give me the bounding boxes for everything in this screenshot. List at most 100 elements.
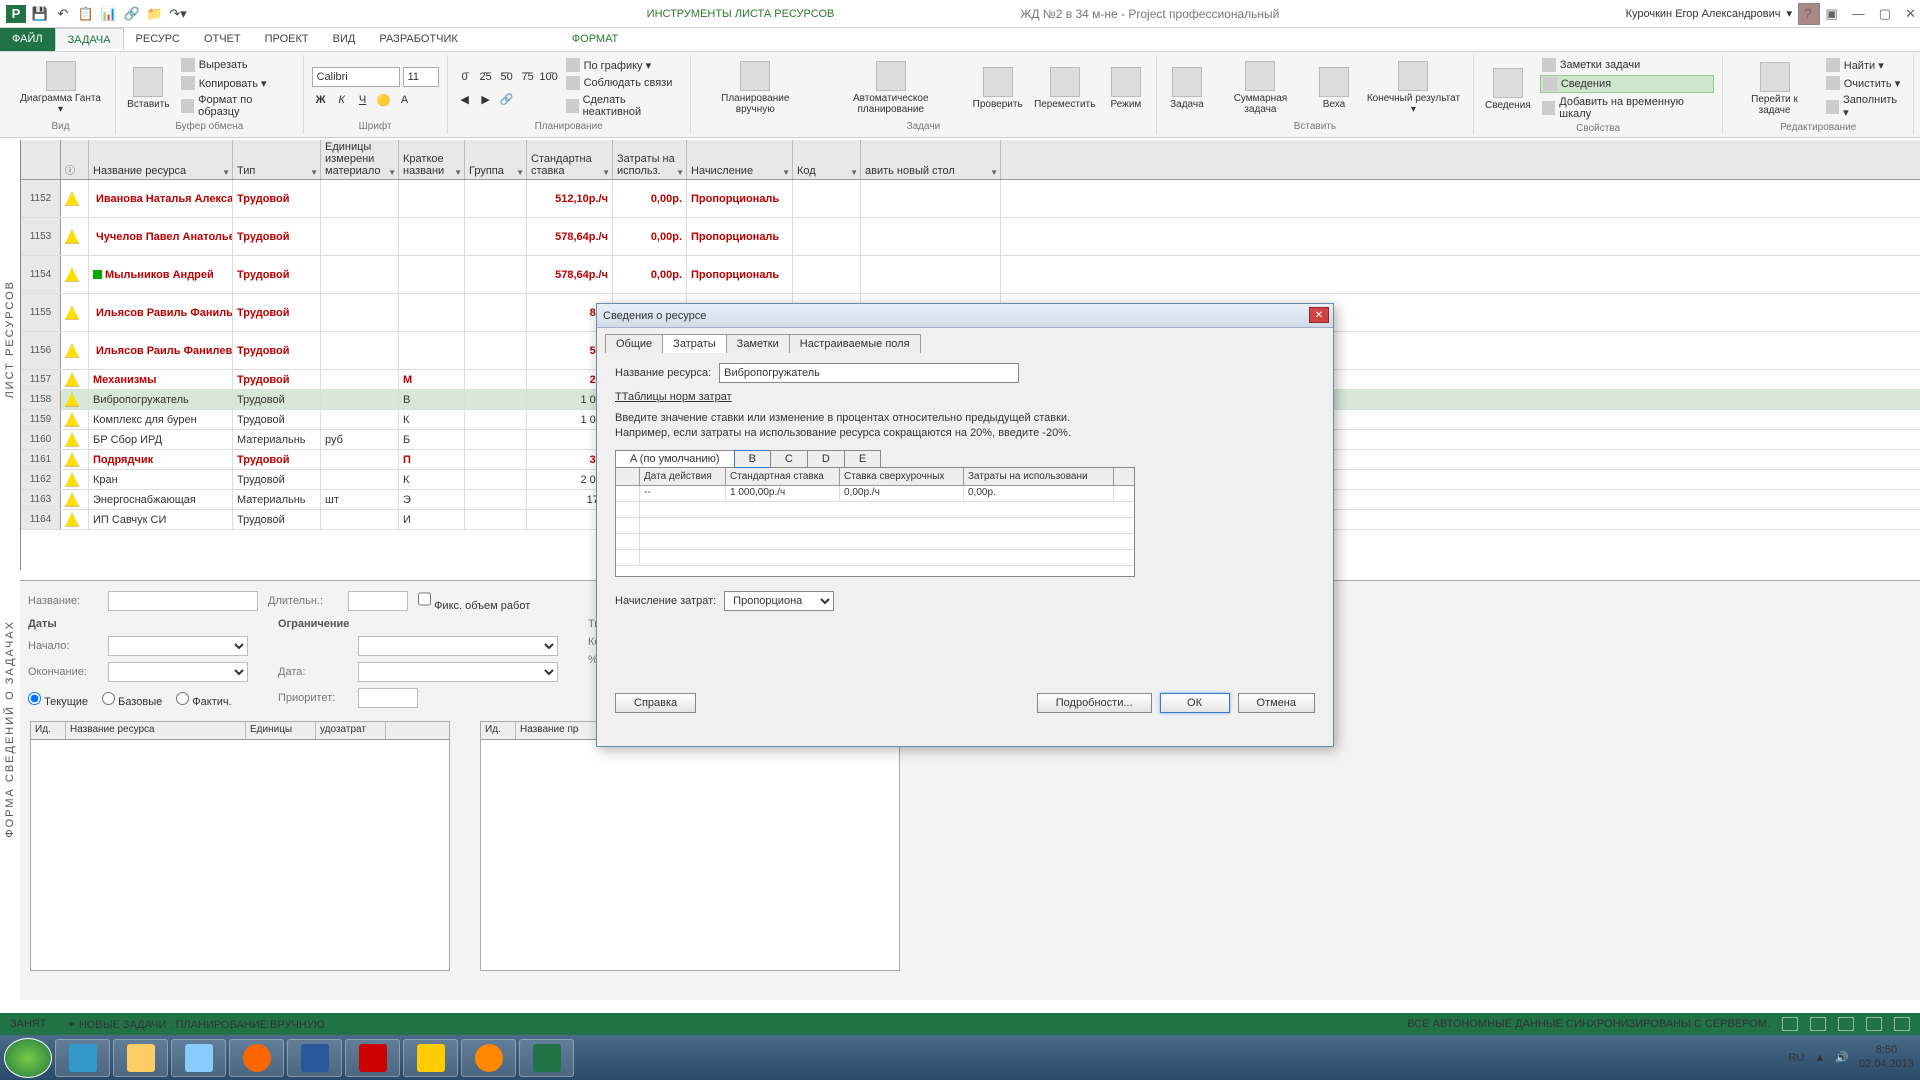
deliverable-button[interactable]: Конечный результат ▾ — [1362, 57, 1465, 119]
start-button[interactable] — [4, 1038, 52, 1078]
view1-icon[interactable] — [1782, 1017, 1798, 1031]
rate-tab-b[interactable]: B — [734, 450, 771, 468]
resource-name-input[interactable] — [719, 363, 1019, 383]
gantt-button[interactable]: Диаграмма Ганта ▾ — [14, 57, 107, 119]
user-name[interactable]: Курочкин Егор Александрович — [1626, 8, 1781, 20]
timeline-button[interactable]: Добавить на временную шкалу — [1540, 95, 1715, 121]
respect-links-button[interactable]: Соблюдать связи — [564, 75, 682, 91]
rate-tab-c[interactable]: C — [770, 450, 808, 468]
tray-lang[interactable]: RU — [1788, 1052, 1804, 1064]
font-name-select[interactable] — [312, 67, 400, 87]
rate-tab-d[interactable]: D — [807, 450, 845, 468]
cancel-button[interactable]: Отмена — [1238, 693, 1315, 713]
notes-button[interactable]: Заметки задачи — [1540, 57, 1715, 73]
tray-clock[interactable]: 8:50 02.04.2013 — [1859, 1044, 1914, 1070]
tb-ie[interactable] — [55, 1039, 110, 1077]
info-button[interactable]: Сведения — [1482, 57, 1534, 121]
italic-button[interactable]: К — [333, 91, 351, 109]
details-button[interactable]: Сведения — [1540, 75, 1715, 93]
dlg-tab-costs[interactable]: Затраты — [662, 334, 727, 353]
task-button[interactable]: Задача — [1165, 57, 1209, 119]
font-size-select[interactable] — [403, 67, 439, 87]
radio-baseline[interactable] — [102, 692, 115, 705]
tray-sound-icon[interactable]: 🔊 — [1835, 1051, 1849, 1064]
rate-tab-e[interactable]: E — [844, 450, 881, 468]
mode-button[interactable]: Режим — [1104, 57, 1148, 119]
format-painter-button[interactable]: Формат по образцу — [179, 93, 295, 119]
tb-project[interactable] — [519, 1039, 574, 1077]
col-type[interactable]: Тип▼ — [233, 140, 321, 179]
dlg-tab-notes[interactable]: Заметки — [726, 334, 790, 353]
summary-button[interactable]: Суммарная задача — [1215, 57, 1306, 119]
col-code[interactable]: Код▼ — [793, 140, 861, 179]
details-button[interactable]: Подробности... — [1037, 693, 1152, 713]
qat-btn5[interactable]: 🔗 — [123, 5, 141, 23]
col-add[interactable]: авить новый стол▼ — [861, 140, 1001, 179]
form-duration-input[interactable] — [348, 591, 408, 611]
tab-report[interactable]: ОТЧЕТ — [192, 28, 253, 51]
col-group[interactable]: Группа▼ — [465, 140, 527, 179]
pct75[interactable]: 7̄5 — [519, 68, 537, 86]
tb-explorer[interactable] — [113, 1039, 168, 1077]
tb-outlook[interactable] — [403, 1039, 458, 1077]
pct100[interactable]: 10̄0 — [540, 68, 558, 86]
maximize-icon[interactable]: ▢ — [1879, 6, 1891, 22]
qat-btn3[interactable]: 📋 — [77, 5, 95, 23]
tray-flag-icon[interactable]: ▲ — [1814, 1052, 1825, 1064]
col-accrue[interactable]: Начисление▼ — [687, 140, 793, 179]
tab-file[interactable]: ФАЙЛ — [0, 28, 55, 51]
side-resources[interactable]: ЛИСТ РЕСУРСОВ — [4, 280, 16, 399]
clear-button[interactable]: Очистить ▾ — [1824, 75, 1905, 91]
radio-current[interactable] — [28, 692, 41, 705]
table-row[interactable]: 1153Чучелов Павел АнатольевичТрудовой578… — [21, 218, 1920, 256]
side-form[interactable]: ФОРМА СВЕДЕНИЙ О ЗАДАЧАХ — [4, 620, 16, 838]
milestone-button[interactable]: Веха — [1312, 57, 1356, 119]
auto-plan-button[interactable]: Автоматическое планирование — [818, 57, 964, 119]
table-row[interactable]: 1154Мыльников АндрейТрудовой578,64р./ч0,… — [21, 256, 1920, 294]
start-select[interactable] — [108, 636, 248, 656]
view3-icon[interactable] — [1838, 1017, 1854, 1031]
rate-tab-a[interactable]: A (по умолчанию) — [615, 450, 735, 468]
ok-button[interactable]: ОК — [1160, 693, 1230, 713]
table-row[interactable]: 1152Иванова Наталья АлександровнаТрудово… — [21, 180, 1920, 218]
col-name[interactable]: Название ресурса▼ — [89, 140, 233, 179]
col-short[interactable]: Краткое названи▼ — [399, 140, 465, 179]
qat-btn4[interactable]: 📊 — [100, 5, 118, 23]
dlg-tab-general[interactable]: Общие — [605, 334, 663, 353]
tb-firefox[interactable] — [229, 1039, 284, 1077]
accrue-select[interactable]: Пропорциона — [724, 591, 834, 611]
help-icon[interactable]: ? — [1804, 6, 1811, 21]
tb-app1[interactable] — [171, 1039, 226, 1077]
radio-actual[interactable] — [176, 692, 189, 705]
tab-task[interactable]: ЗАДАЧА — [55, 28, 124, 51]
view2-icon[interactable] — [1810, 1017, 1826, 1031]
paste-button[interactable]: Вставить — [124, 57, 173, 119]
col-material[interactable]: Единицы измерени материало▼ — [321, 140, 399, 179]
status-newtasks[interactable]: ✦ НОВЫЕ ЗАДАЧИ : ПЛАНИРОВАНИЕ ВРУЧНУЮ — [67, 1018, 325, 1031]
ribbon-collapse-icon[interactable]: ▣ — [1826, 6, 1838, 22]
underline-button[interactable]: Ч — [354, 91, 372, 109]
outdent-button[interactable]: ◀ — [456, 90, 474, 108]
cut-button[interactable]: Вырезать — [179, 57, 295, 73]
fill-button[interactable]: Заполнить ▾ — [1824, 93, 1905, 120]
qat-btn6[interactable]: 📁 — [146, 5, 164, 23]
tab-project[interactable]: ПРОЕКТ — [253, 28, 321, 51]
font-color-button[interactable]: A — [396, 91, 414, 109]
priority-input[interactable] — [358, 688, 418, 708]
tab-view[interactable]: ВИД — [321, 28, 368, 51]
tb-app2[interactable] — [461, 1039, 516, 1077]
inspect-button[interactable]: Проверить — [970, 57, 1026, 119]
fill-color-button[interactable]: 🟡 — [375, 91, 393, 109]
col-rate[interactable]: Стандартна ставка▼ — [527, 140, 613, 179]
view5-icon[interactable] — [1894, 1017, 1910, 1031]
tb-acrobat[interactable] — [345, 1039, 400, 1077]
fixed-checkbox[interactable] — [418, 589, 431, 609]
tb-word[interactable] — [287, 1039, 342, 1077]
pct50[interactable]: 5̄0 — [498, 68, 516, 86]
tab-format[interactable]: ФОРМАТ — [560, 28, 631, 51]
link-button[interactable]: 🔗 — [498, 90, 516, 108]
qat-undo-icon[interactable]: ↶ — [54, 5, 72, 23]
manual-plan-button[interactable]: Планирование вручную — [699, 57, 812, 119]
qat-save-icon[interactable]: 💾 — [31, 5, 49, 23]
tab-developer[interactable]: РАЗРАБОТЧИК — [367, 28, 469, 51]
